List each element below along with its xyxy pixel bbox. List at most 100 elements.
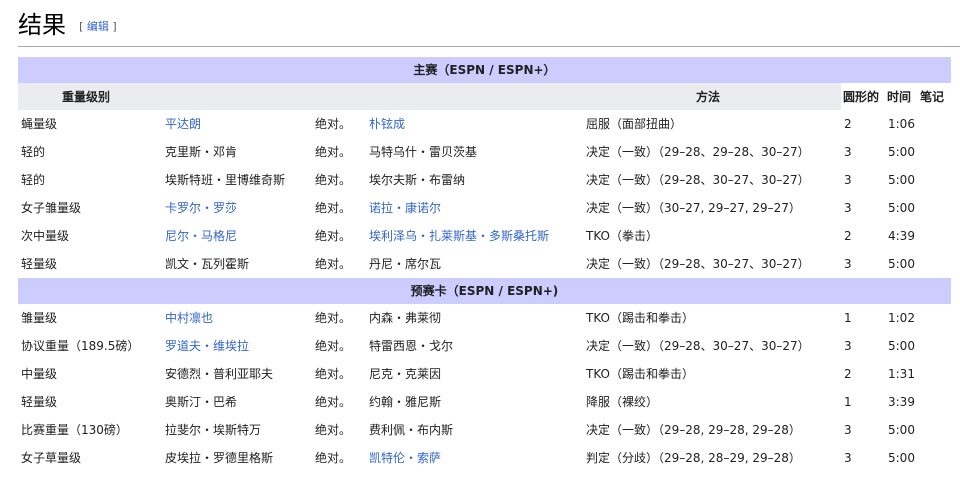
fight-result-text: 绝对。 — [315, 257, 352, 271]
cell-gap — [575, 166, 583, 194]
cell-gap — [833, 222, 841, 250]
cell-gap — [358, 138, 366, 166]
cell-gap — [833, 360, 841, 388]
cell-gap — [833, 194, 841, 222]
cell-gap — [358, 444, 366, 472]
fight-round: 2 — [841, 110, 885, 138]
results-table: 主赛（ESPN / ESPN+） 重量级别 方法 圆形的 时间 笔记 蝇量级 平达… — [18, 57, 951, 472]
fight-method-text: TKO（拳击） — [586, 229, 658, 243]
weight-class-text: 蝇量级 — [21, 117, 58, 131]
fight-time: 5:00 — [885, 166, 918, 194]
cell-gap — [154, 388, 162, 416]
fight-time-text: 4:39 — [888, 229, 915, 243]
fighter-winner-link[interactable]: 罗道夫・维埃拉 — [165, 339, 249, 353]
fight-method: 决定（一致）（29–28、30–27、30–27） — [583, 250, 833, 278]
fight-result-text: 绝对。 — [315, 367, 352, 381]
fight-method-text: TKO（踢击和拳击） — [586, 311, 694, 325]
cell-gap — [304, 110, 312, 138]
fight-round-text: 3 — [844, 173, 852, 187]
cell-gap — [833, 110, 841, 138]
fight-method: 决定（一致）（29–28、29–28、30–27） — [583, 138, 833, 166]
fight-result-text: 绝对。 — [315, 201, 352, 215]
fight-round-text: 3 — [844, 423, 852, 437]
cell-gap — [304, 138, 312, 166]
fight-result: 绝对。 — [312, 138, 358, 166]
fight-time-text: 5:00 — [888, 451, 915, 465]
header-gap — [833, 83, 841, 110]
fight-round-text: 3 — [844, 145, 852, 159]
fight-row: 蝇量级 平达朗 绝对。 朴铉成 屈服（面部扭曲） 2 1:06 — [18, 110, 951, 138]
fight-notes — [918, 110, 951, 138]
weight-class: 轻量级 — [18, 388, 154, 416]
fight-method: 决定（一致）（29–28, 29–28, 29–28） — [583, 416, 833, 444]
fight-time: 5:00 — [885, 250, 918, 278]
edit-bracket-open: [ — [79, 20, 87, 33]
fighter-winner: 卡罗尔・罗莎 — [162, 194, 304, 222]
fight-time-text: 5:00 — [888, 257, 915, 271]
fight-result: 绝对。 — [312, 110, 358, 138]
fight-time: 1:31 — [885, 360, 918, 388]
header-gap — [575, 83, 583, 110]
edit-link[interactable]: 编辑 — [87, 20, 109, 33]
cell-gap — [575, 138, 583, 166]
cell-gap — [358, 222, 366, 250]
fight-result-text: 绝对。 — [315, 117, 352, 131]
fighter-loser: 诺拉・康诺尔 — [366, 194, 575, 222]
fighter-winner-text: 皮埃拉・罗德里格斯 — [165, 451, 274, 465]
fighter-loser-link[interactable]: 诺拉・康诺尔 — [369, 201, 441, 215]
header-gap — [358, 83, 366, 110]
fight-time: 5:00 — [885, 194, 918, 222]
fight-method: 降服（裸绞） — [583, 388, 833, 416]
fight-result: 绝对。 — [312, 360, 358, 388]
weight-class-text: 女子雏量级 — [21, 201, 82, 215]
weight-class: 轻的 — [18, 138, 154, 166]
cell-gap — [358, 166, 366, 194]
weight-class-text: 轻的 — [21, 145, 46, 159]
weight-class-text: 轻量级 — [21, 395, 58, 409]
fighter-loser-link[interactable]: 凯特伦・索萨 — [369, 451, 441, 465]
fighter-loser-text: 内森・弗莱彻 — [369, 311, 442, 325]
cell-gap — [358, 250, 366, 278]
fight-notes — [918, 360, 951, 388]
weight-class: 次中量级 — [18, 222, 154, 250]
cell-gap — [575, 250, 583, 278]
fight-result-text: 绝对。 — [315, 451, 352, 465]
prelim-card-header: 预赛卡（ESPN / ESPN+) — [18, 278, 951, 304]
fighter-winner-link[interactable]: 中村凛也 — [165, 311, 213, 325]
cell-gap — [154, 250, 162, 278]
header-time: 时间 — [885, 83, 918, 110]
fighter-winner-link[interactable]: 尼尔・马格尼 — [165, 229, 237, 243]
fight-row: 轻量级 凯文・瓦列霍斯 绝对。 丹尼・席尔瓦 决定（一致）（29–28、30–27、30… — [18, 250, 951, 278]
fighter-winner-text: 凯文・瓦列霍斯 — [165, 257, 250, 271]
fight-notes — [918, 250, 951, 278]
fight-time-text: 5:00 — [888, 173, 915, 187]
fighter-winner-link[interactable]: 平达朗 — [165, 117, 201, 131]
cell-gap — [304, 332, 312, 360]
fight-notes — [918, 166, 951, 194]
fight-round: 1 — [841, 304, 885, 332]
fighter-loser: 埃利泽乌・扎莱斯基・多斯桑托斯 — [366, 222, 575, 250]
fight-row: 女子雏量级 卡罗尔・罗莎 绝对。 诺拉・康诺尔 决定（一致）（30–27, 29–27,… — [18, 194, 951, 222]
fighter-loser-text: 埃尔夫斯・布雷纳 — [369, 173, 466, 187]
fight-notes — [918, 304, 951, 332]
fighter-loser: 费利佩・布内斯 — [366, 416, 575, 444]
weight-class: 女子草量级 — [18, 444, 154, 472]
fight-time: 3:39 — [885, 388, 918, 416]
fighter-winner: 凯文・瓦列霍斯 — [162, 250, 304, 278]
fight-round-text: 3 — [844, 339, 852, 353]
weight-class-text: 女子草量级 — [21, 451, 82, 465]
fight-method: TKO（踢击和拳击） — [583, 304, 833, 332]
fight-round-text: 2 — [844, 117, 852, 131]
fighter-winner-link[interactable]: 卡罗尔・罗莎 — [165, 201, 237, 215]
fighter-loser-link[interactable]: 埃利泽乌・扎莱斯基・多斯桑托斯 — [369, 229, 549, 243]
cell-gap — [358, 388, 366, 416]
fight-result: 绝对。 — [312, 388, 358, 416]
fight-method: 屈服（面部扭曲） — [583, 110, 833, 138]
cell-gap — [833, 388, 841, 416]
fighter-loser-link[interactable]: 朴铉成 — [369, 117, 405, 131]
weight-class-text: 雏量级 — [21, 311, 58, 325]
fight-result: 绝对。 — [312, 166, 358, 194]
fight-time-text: 5:00 — [888, 201, 915, 215]
cell-gap — [575, 222, 583, 250]
fight-method-text: 决定（一致）（29–28、29–28、30–27） — [586, 145, 810, 159]
